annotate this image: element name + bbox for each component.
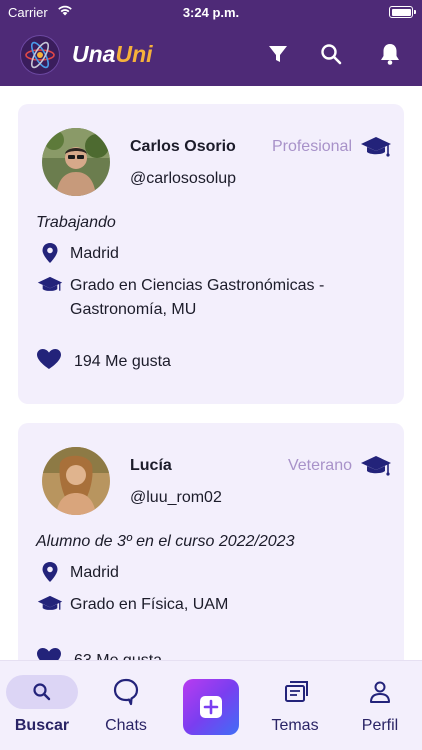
degree-row: Grado en Física, UAM (36, 593, 390, 617)
app-bar: UnaUni (0, 26, 422, 86)
topics-icon[interactable] (255, 675, 335, 709)
nav-temas[interactable]: Temas (255, 675, 335, 735)
atom-logo-icon[interactable] (20, 35, 60, 75)
avatar[interactable] (42, 128, 110, 196)
location-pin-icon (36, 242, 64, 264)
nav-buscar-label: Buscar (14, 717, 70, 734)
profile-role: Veterano (287, 457, 352, 474)
nav-perfil-label: Perfil (361, 717, 399, 734)
heart-icon[interactable] (36, 348, 62, 375)
profile-location: Madrid (70, 245, 119, 262)
profiles-list[interactable]: Carlos Osorio Profesional @carlososolup … (0, 86, 422, 660)
filter-icon[interactable] (265, 41, 291, 67)
likes-row[interactable]: 63 Me gusta (36, 647, 162, 660)
profile-name[interactable]: Lucía (130, 457, 172, 475)
likes-count: 63 Me gusta (74, 651, 163, 661)
chat-bubble-icon[interactable] (86, 675, 166, 709)
brand-part-1: Una (72, 41, 116, 67)
person-icon[interactable] (340, 675, 420, 709)
app-brand: UnaUni (72, 41, 153, 68)
status-bar: Carrier 3:24 p.m. (0, 0, 422, 26)
profile-role: Profesional (271, 138, 352, 155)
bottom-nav: Buscar Chats Temas Perfil (0, 660, 422, 750)
avatar[interactable] (42, 447, 110, 515)
search-icon[interactable] (2, 675, 82, 709)
create-post-button[interactable] (183, 679, 239, 735)
profile-degree: Grado en Ciencias Gastronómicas - Gastro… (70, 277, 325, 318)
profile-handle: @carlososolup (130, 170, 237, 187)
profile-card[interactable]: Carlos Osorio Profesional @carlososolup … (18, 104, 404, 404)
likes-count: 194 Me gusta (74, 352, 171, 370)
search-icon[interactable] (318, 41, 344, 67)
profile-name[interactable]: Carlos Osorio (130, 138, 236, 156)
profile-location: Madrid (70, 564, 119, 581)
nav-perfil[interactable]: Perfil (340, 675, 420, 735)
add-post-icon (200, 696, 222, 718)
graduation-cap-icon (36, 593, 64, 615)
profile-status: Trabajando (36, 214, 116, 231)
likes-row[interactable]: 194 Me gusta (36, 348, 171, 375)
bell-icon[interactable] (377, 41, 403, 67)
location-row: Madrid (36, 561, 390, 585)
profile-degree: Grado en Física, UAM (70, 596, 229, 613)
profile-status: Alumno de 3º en el curso 2022/2023 (36, 533, 295, 550)
profile-card[interactable]: Lucía Veterano @luu_rom02 Alumno de 3º e… (18, 423, 404, 660)
battery-icon (389, 6, 416, 18)
location-pin-icon (36, 561, 64, 583)
graduation-cap-icon (36, 274, 64, 296)
status-time: 3:24 p.m. (182, 5, 240, 20)
nav-temas-label: Temas (271, 717, 319, 734)
location-row: Madrid (36, 242, 390, 266)
nav-chats-label: Chats (105, 717, 147, 734)
graduation-cap-icon (360, 453, 392, 484)
graduation-cap-icon (360, 134, 392, 165)
nav-chats[interactable]: Chats (86, 675, 166, 735)
degree-row: Grado en Ciencias Gastronómicas - Gastro… (36, 274, 390, 322)
brand-part-2: Uni (115, 41, 153, 67)
profile-handle: @luu_rom02 (130, 489, 222, 506)
heart-icon[interactable] (36, 647, 62, 660)
nav-buscar[interactable]: Buscar (2, 675, 82, 735)
